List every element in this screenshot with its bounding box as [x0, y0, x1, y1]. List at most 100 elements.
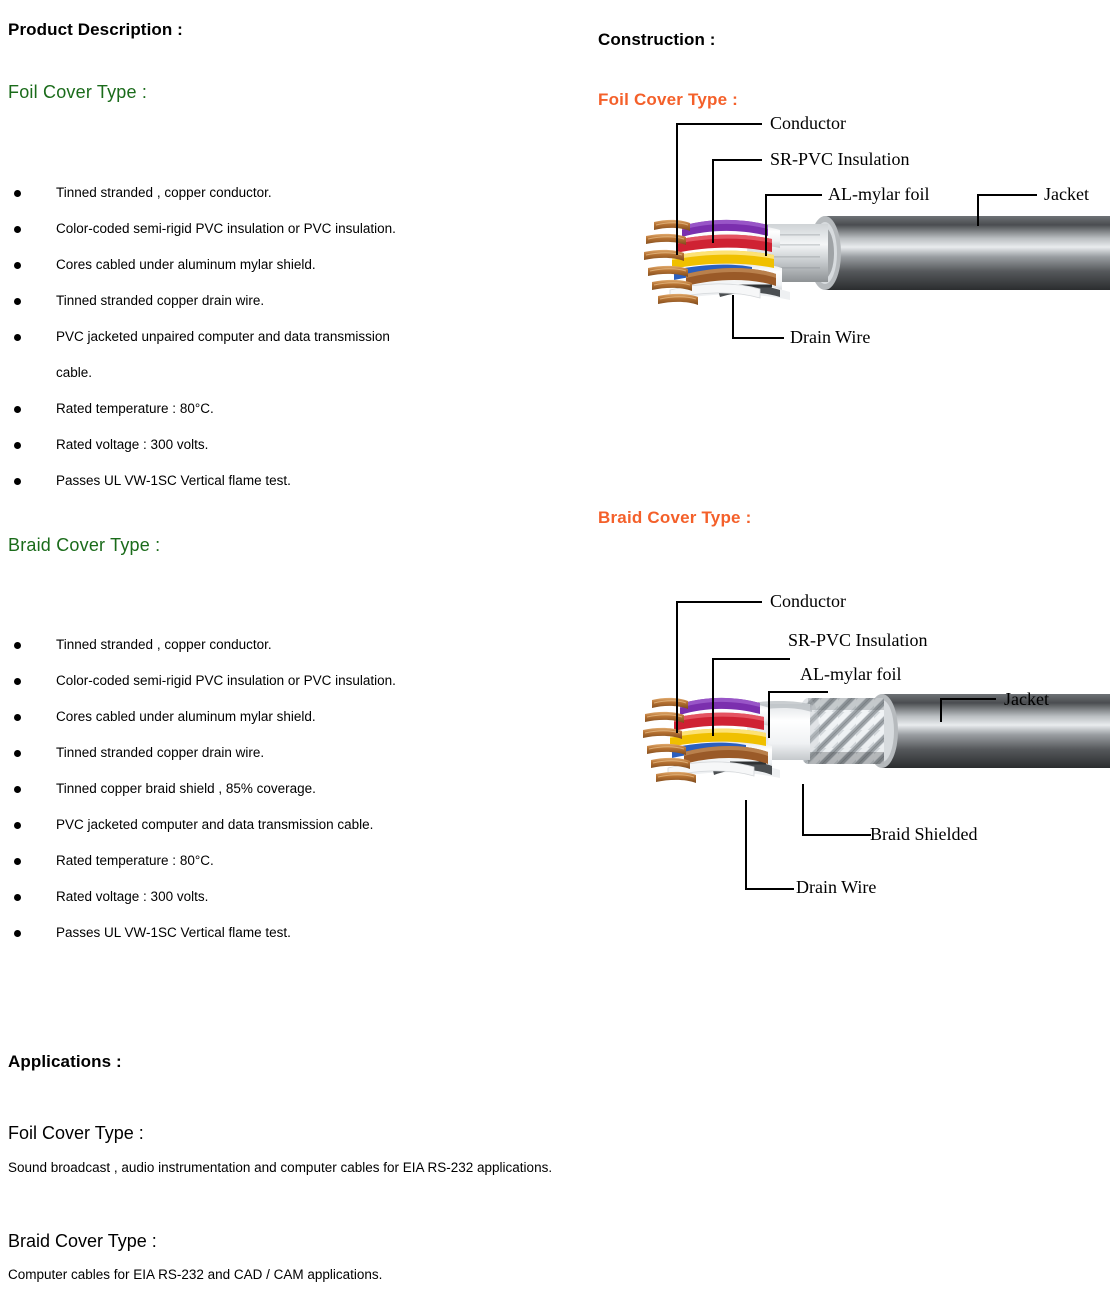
foil-cable-illustration	[644, 216, 1110, 305]
braid-cover-diagram: Conductor SR-PVC Insulation AL-mylar foi…	[620, 588, 1112, 908]
braid-label-conductor: Conductor	[770, 591, 846, 611]
list-item-label: cable.	[56, 365, 93, 380]
foil-label-sr-pvc: SR-PVC Insulation	[770, 149, 910, 169]
list-item-label: Tinned stranded , copper conductor.	[56, 185, 272, 200]
al-mylar-leader-vertical	[765, 194, 767, 256]
braid-label-jacket: Jacket	[1004, 689, 1049, 709]
list-item-label: PVC jacketed unpaired computer and data …	[56, 329, 390, 344]
al-mylar-leader-horizontal	[768, 691, 828, 693]
construction-foil-heading: Foil Cover Type :	[598, 90, 739, 109]
bullet-dot	[14, 785, 21, 793]
bullet-dot	[14, 261, 21, 269]
al-mylar-leader-vertical	[768, 691, 770, 738]
list-item: Rated temperature : 80°C.	[0, 843, 560, 879]
list-item: Color-coded semi-rigid PVC insulation or…	[0, 211, 560, 247]
list-item-label: Cores cabled under aluminum mylar shield…	[56, 709, 316, 724]
bullet-dot	[14, 405, 21, 413]
bullet-dot	[14, 333, 21, 341]
list-item-label: Tinned stranded copper drain wire.	[56, 293, 265, 308]
construction-heading: Construction :	[598, 30, 716, 49]
braid-feature-list: Tinned stranded , copper conductor. Colo…	[0, 627, 560, 951]
sr-pvc-leader-horizontal	[712, 658, 790, 660]
list-item: Rated temperature : 80°C.	[0, 391, 560, 427]
list-item: Tinned stranded , copper conductor.	[0, 627, 560, 663]
construction-braid-heading: Braid Cover Type :	[598, 508, 752, 527]
left-foil-cover-type-heading: Foil Cover Type :	[8, 82, 148, 102]
list-item-label: Passes UL VW-1SC Vertical flame test.	[56, 925, 291, 940]
list-item-label: Rated voltage : 300 volts.	[56, 437, 209, 452]
foil-label-al-mylar: AL-mylar foil	[828, 184, 930, 204]
bullet-dot	[14, 677, 21, 685]
jacket-leader-vertical	[940, 698, 942, 722]
bullet-dot	[14, 749, 21, 757]
drain-wire-leader-vertical	[745, 800, 747, 890]
list-item: Color-coded semi-rigid PVC insulation or…	[0, 663, 560, 699]
drain-wire-leader-horizontal	[745, 888, 794, 890]
applications-foil-heading: Foil Cover Type :	[8, 1123, 144, 1143]
list-item-label: Passes UL VW-1SC Vertical flame test.	[56, 473, 291, 488]
conductor-leader-vertical	[676, 601, 678, 733]
list-item-label: Color-coded semi-rigid PVC insulation or…	[56, 221, 396, 236]
list-item: Tinned copper braid shield , 85% coverag…	[0, 771, 560, 807]
applications-braid-heading: Braid Cover Type :	[8, 1231, 157, 1251]
jacket-leader-vertical	[977, 194, 979, 226]
list-item: Tinned stranded copper drain wire.	[0, 735, 560, 771]
al-mylar-leader-horizontal	[765, 194, 822, 196]
bullet-dot	[14, 477, 21, 485]
braid-label-sr-pvc: SR-PVC Insulation	[788, 630, 928, 650]
list-item-label: Tinned stranded , copper conductor.	[56, 637, 272, 652]
conductor-leader-vertical	[676, 123, 678, 255]
conductor-leader-horizontal	[676, 123, 762, 125]
list-item: PVC jacketed computer and data transmiss…	[0, 807, 560, 843]
list-item-label: Cores cabled under aluminum mylar shield…	[56, 257, 316, 272]
bullet-dot	[14, 857, 21, 865]
braid-shielded-leader-horizontal	[802, 834, 871, 836]
foil-label-jacket: Jacket	[1044, 184, 1089, 204]
product-description-heading: Product Description :	[8, 20, 183, 39]
list-item-label: Rated voltage : 300 volts.	[56, 889, 209, 904]
foil-label-conductor: Conductor	[770, 113, 846, 133]
list-item-label: PVC jacketed computer and data transmiss…	[56, 817, 374, 832]
sr-pvc-leader-vertical	[712, 658, 714, 736]
list-item: Rated voltage : 300 volts.	[0, 427, 560, 463]
bullet-dot	[14, 713, 21, 721]
list-item: Cores cabled under aluminum mylar shield…	[0, 699, 560, 735]
list-item-label: Rated temperature : 80°C.	[56, 853, 214, 868]
list-item: Passes UL VW-1SC Vertical flame test.	[0, 463, 560, 499]
jacket-leader-horizontal	[940, 698, 996, 700]
list-item: Cores cabled under aluminum mylar shield…	[0, 247, 560, 283]
list-item: PVC jacketed unpaired computer and data …	[0, 319, 560, 355]
list-item: Rated voltage : 300 volts.	[0, 879, 560, 915]
braid-shielded-leader-vertical	[802, 784, 804, 836]
bullet-dot	[14, 189, 21, 197]
bullet-dot	[14, 893, 21, 901]
jacket-leader-horizontal	[977, 194, 1037, 196]
bullet-dot	[14, 225, 21, 233]
bullet-dot	[14, 641, 21, 649]
sr-pvc-leader-horizontal	[712, 159, 762, 161]
list-item-continuation: cable.	[0, 355, 560, 391]
foil-cover-diagram: Conductor SR-PVC Insulation AL-mylar foi…	[620, 110, 1112, 360]
drain-wire-leader-horizontal	[732, 337, 784, 339]
conductor-leader-horizontal	[676, 601, 762, 603]
left-braid-cover-type-heading: Braid Cover Type :	[8, 535, 161, 555]
list-item-label: Tinned copper braid shield , 85% coverag…	[56, 781, 316, 796]
list-item-label: Rated temperature : 80°C.	[56, 401, 214, 416]
list-item: Passes UL VW-1SC Vertical flame test.	[0, 915, 560, 951]
braid-label-braid-shielded: Braid Shielded	[870, 824, 978, 844]
list-item-label: Color-coded semi-rigid PVC insulation or…	[56, 673, 396, 688]
bullet-dot	[14, 297, 21, 305]
list-item-label: Tinned stranded copper drain wire.	[56, 745, 265, 760]
applications-heading: Applications :	[8, 1052, 122, 1071]
sr-pvc-leader-vertical	[712, 159, 714, 243]
braid-label-al-mylar: AL-mylar foil	[800, 664, 902, 684]
applications-braid-text: Computer cables for EIA RS-232 and CAD /…	[8, 1267, 383, 1282]
list-item: Tinned stranded , copper conductor.	[0, 175, 560, 211]
foil-feature-list: Tinned stranded , copper conductor. Colo…	[0, 175, 560, 499]
list-item: Tinned stranded copper drain wire.	[0, 283, 560, 319]
foil-label-drain-wire: Drain Wire	[790, 327, 871, 347]
braid-label-drain-wire: Drain Wire	[796, 877, 877, 897]
applications-foil-text: Sound broadcast , audio instrumentation …	[8, 1160, 553, 1175]
bullet-dot	[14, 821, 21, 829]
drain-wire-leader-vertical	[732, 295, 734, 339]
